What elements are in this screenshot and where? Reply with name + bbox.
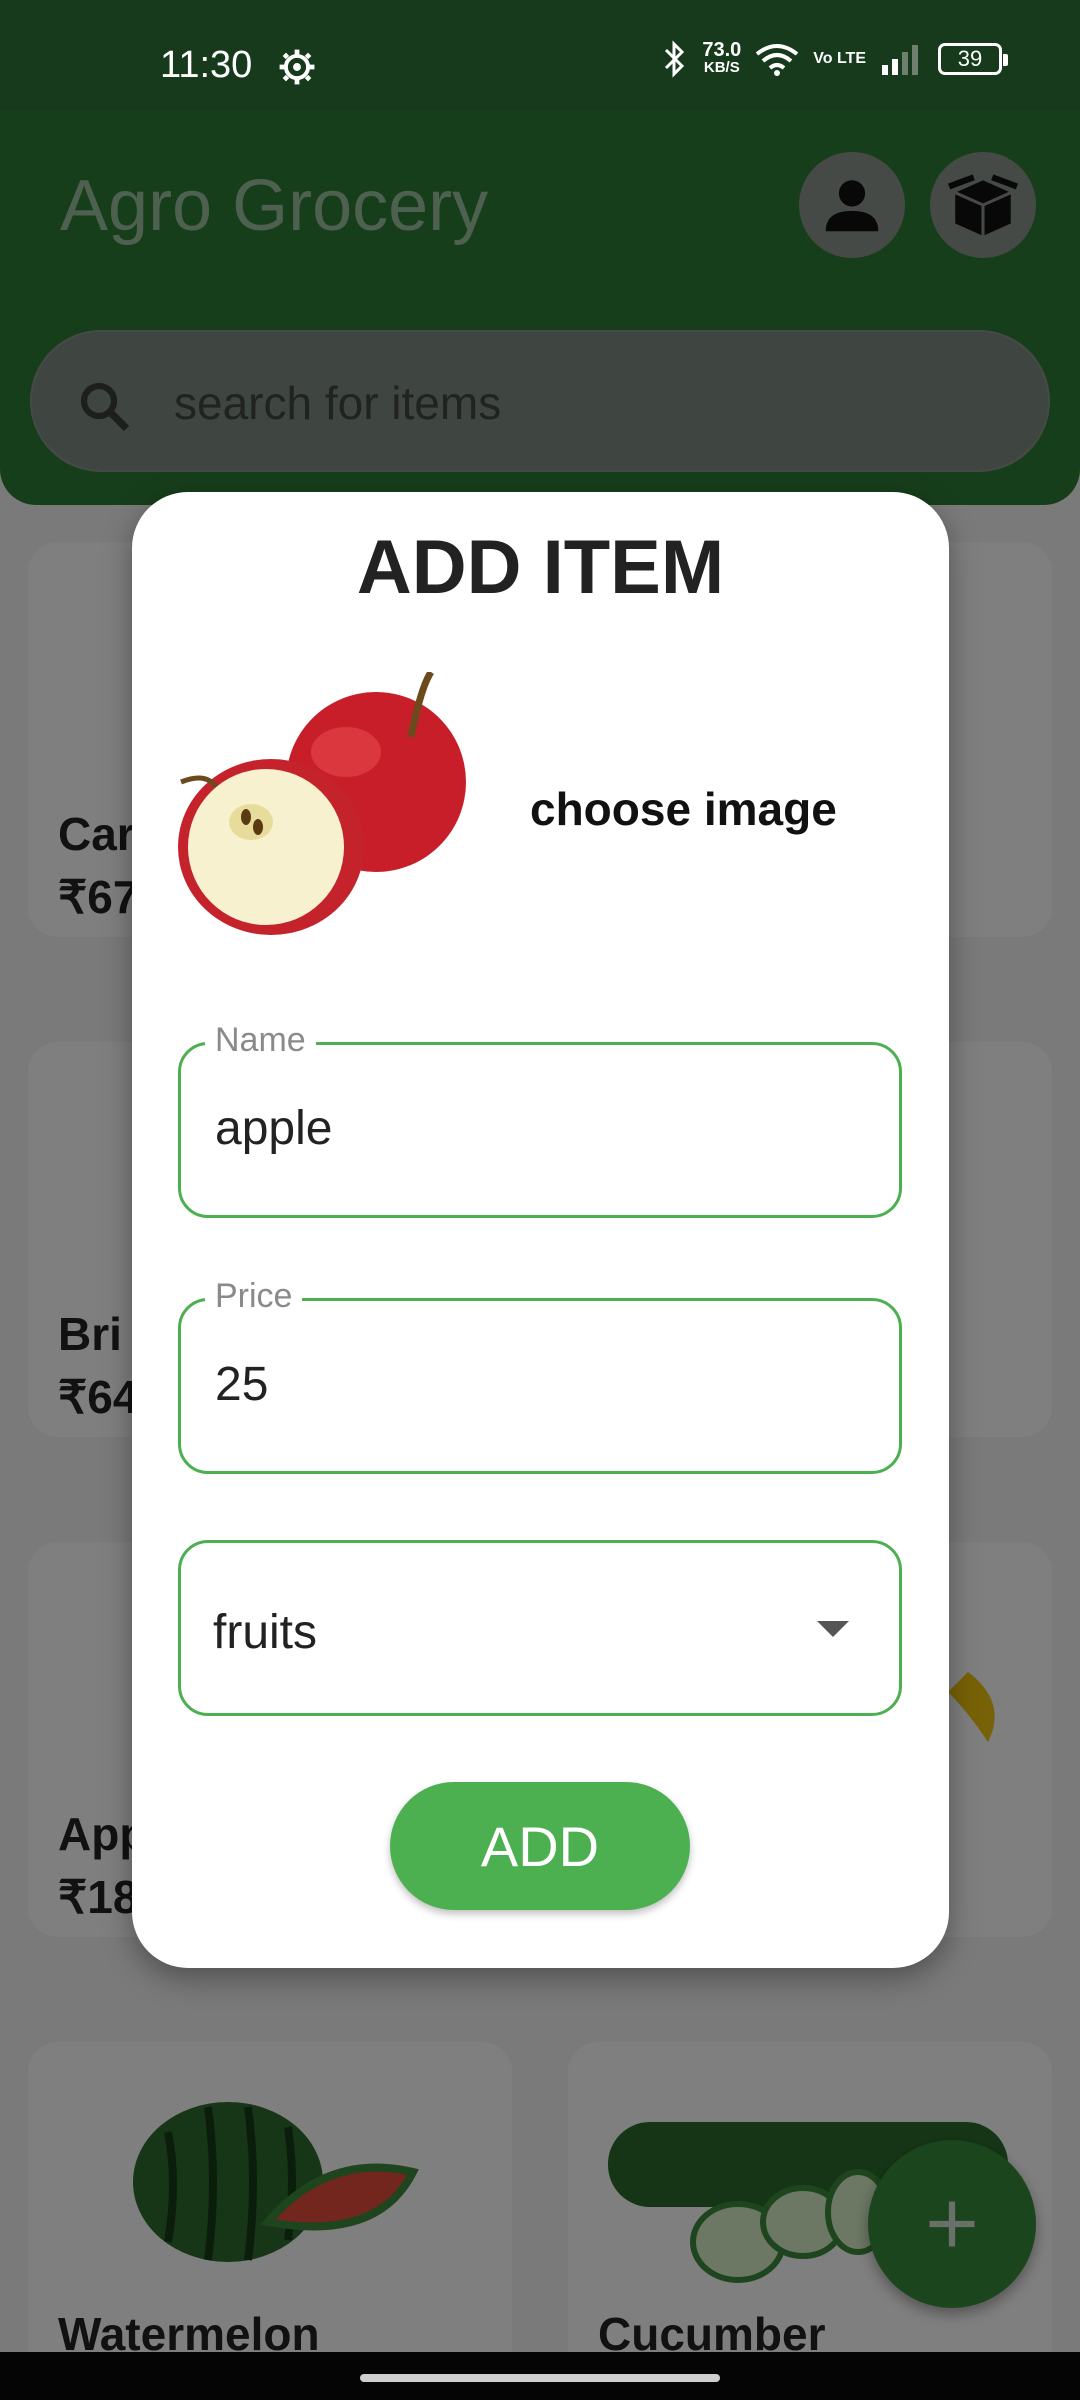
price-input[interactable] <box>215 1357 855 1412</box>
price-field[interactable]: Price <box>178 1277 902 1474</box>
add-item-dialog: ADD ITEM choose image Name Price fruits … <box>132 492 949 1968</box>
battery-indicator: 39 <box>938 43 1008 75</box>
settings-gear-icon <box>279 49 315 85</box>
signal-icon <box>882 45 918 75</box>
name-field[interactable]: Name <box>178 1021 902 1218</box>
caret-down-icon <box>817 1621 849 1637</box>
volte-indicator: Vo LTE <box>813 50 866 67</box>
category-value: fruits <box>213 1606 318 1659</box>
navigation-bar <box>0 2352 1080 2400</box>
plus-icon <box>929 2201 975 2247</box>
add-button[interactable]: ADD <box>390 1782 690 1910</box>
speed-unit: KB/S <box>703 59 740 76</box>
home-handle[interactable] <box>360 2374 720 2382</box>
network-speed: 73.0 KB/S <box>702 39 742 77</box>
price-label: Price <box>205 1277 303 1316</box>
dialog-title: ADD ITEM <box>356 525 725 610</box>
speed-value: 73.0 <box>702 39 742 61</box>
bluetooth-icon <box>665 40 685 78</box>
status-bar: 11:30 73.0 KB/S Vo LTE 39 <box>0 0 1080 110</box>
item-image-preview[interactable] <box>176 672 476 942</box>
name-input[interactable] <box>215 1101 855 1156</box>
wifi-icon <box>756 44 799 76</box>
category-dropdown[interactable]: fruits <box>178 1540 902 1716</box>
add-item-fab[interactable] <box>868 2140 1036 2308</box>
status-time: 11:30 <box>160 44 253 86</box>
status-icons: 73.0 KB/S Vo LTE 39 <box>662 39 1008 78</box>
choose-image-button[interactable]: choose image <box>530 782 837 836</box>
name-label: Name <box>205 1021 316 1060</box>
